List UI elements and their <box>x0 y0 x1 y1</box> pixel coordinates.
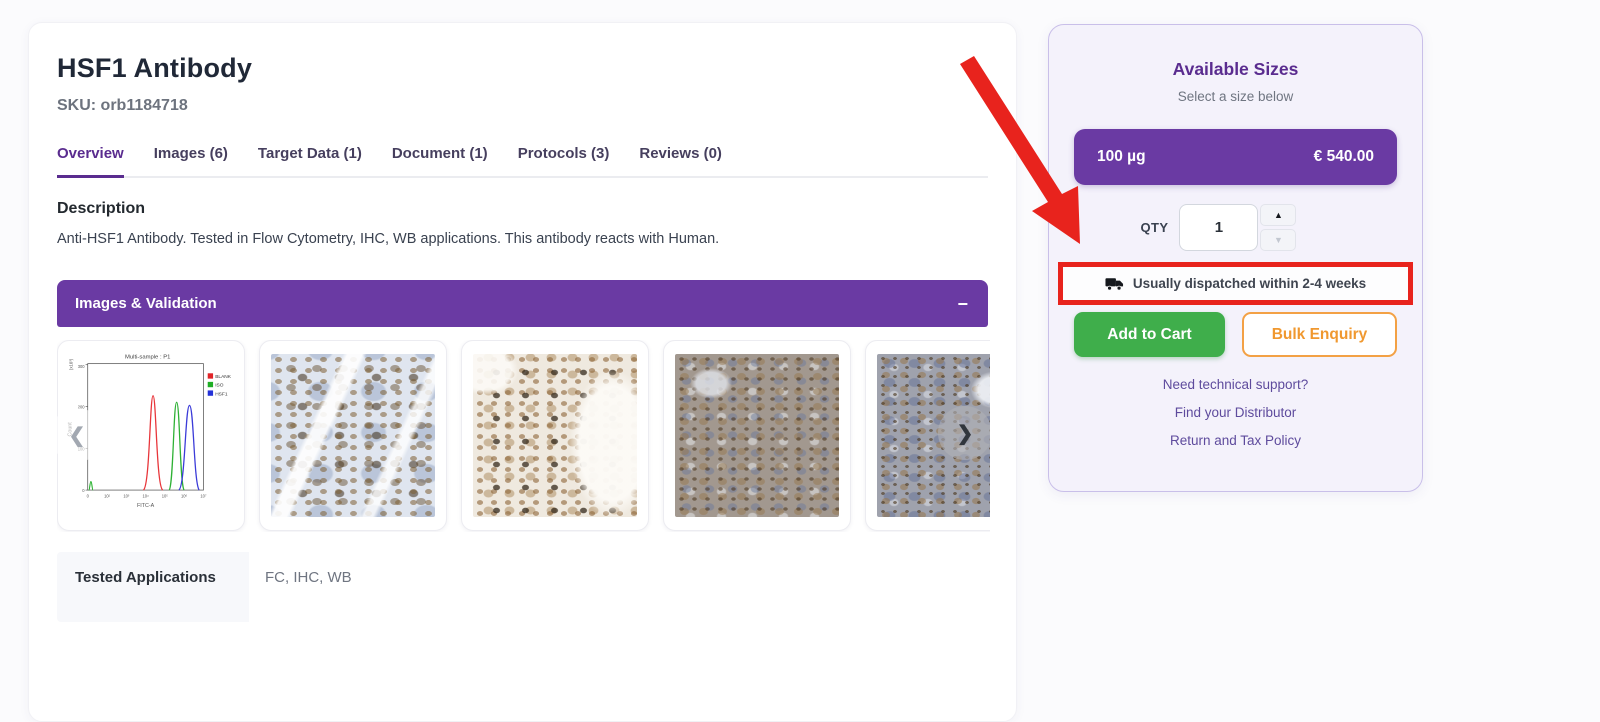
svg-text:Multi-sample : P1: Multi-sample : P1 <box>125 354 170 360</box>
truck-icon <box>1105 277 1124 291</box>
quantity-row: QTY ▲ ▼ <box>1057 204 1380 251</box>
tab-reviews[interactable]: Reviews (0) <box>639 139 722 178</box>
description-text: Anti-HSF1 Antibody. Tested in Flow Cytom… <box>57 229 988 250</box>
qty-stepper-buttons: ▲ ▼ <box>1260 204 1296 251</box>
support-links: Need technical support? Find your Distri… <box>1074 377 1397 448</box>
svg-text:(x10³): (x10³) <box>69 358 74 370</box>
images-validation-title: Images & Validation <box>75 295 217 312</box>
link-find-distributor[interactable]: Find your Distributor <box>1175 405 1297 420</box>
image-carousel: Multi-sample : P1 (x10³) Count 0 100 200… <box>57 340 990 532</box>
quantity-stepper: ▲ ▼ <box>1179 204 1296 251</box>
page: HSF1 Antibody SKU: orb1184718 Overview I… <box>0 0 1600 627</box>
svg-text:10⁴: 10⁴ <box>142 494 149 499</box>
bulk-enquiry-button[interactable]: Bulk Enquiry <box>1242 312 1397 357</box>
tab-document[interactable]: Document (1) <box>392 139 488 178</box>
ihc-image-1 <box>271 354 435 517</box>
svg-text:ISO: ISO <box>215 383 224 389</box>
svg-text:10²: 10² <box>104 494 111 499</box>
images-validation-section-header[interactable]: Images & Validation − <box>57 280 988 327</box>
svg-text:10⁷: 10⁷ <box>200 494 207 499</box>
spec-row-tested-applications: Tested Applications FC, IHC, WB <box>57 552 990 622</box>
svg-text:300: 300 <box>78 364 86 369</box>
thumbnail-ihc-2[interactable] <box>461 340 649 531</box>
spec-value: FC, IHC, WB <box>249 552 368 622</box>
chevron-right-icon: ❯ <box>957 421 974 446</box>
arrow-down-icon: ▼ <box>1274 236 1283 245</box>
size-option-100ug[interactable]: 100 µg € 540.00 <box>1074 129 1397 185</box>
product-sku: SKU: orb1184718 <box>57 97 988 115</box>
spec-label: Tested Applications <box>57 552 249 622</box>
qty-input[interactable] <box>1179 204 1258 251</box>
qty-label: QTY <box>1141 220 1169 235</box>
tab-bar: Overview Images (6) Target Data (1) Docu… <box>57 139 988 178</box>
thumbnail-ihc-3[interactable] <box>663 340 851 531</box>
add-to-cart-button[interactable]: Add to Cart <box>1074 312 1225 357</box>
link-return-tax-policy[interactable]: Return and Tax Policy <box>1170 433 1301 448</box>
svg-text:10⁵: 10⁵ <box>162 494 169 499</box>
svg-text:10⁶: 10⁶ <box>181 494 188 499</box>
svg-text:0: 0 <box>82 488 85 493</box>
svg-text:0: 0 <box>87 494 90 499</box>
arrow-up-icon: ▲ <box>1274 211 1283 220</box>
available-sizes-heading: Available Sizes <box>1074 59 1397 80</box>
ihc-image-2 <box>473 354 637 517</box>
qty-increase-button[interactable]: ▲ <box>1260 204 1296 226</box>
dispatch-note: Usually dispatched within 2-4 weeks <box>1063 267 1408 300</box>
product-title: HSF1 Antibody <box>57 53 988 84</box>
annotation-highlight-box: Usually dispatched within 2-4 weeks <box>1058 262 1413 305</box>
tab-overview[interactable]: Overview <box>57 139 124 178</box>
ihc-image-3 <box>675 354 839 517</box>
carousel-next-button[interactable]: ❯ <box>938 406 990 460</box>
svg-text:FITC-A: FITC-A <box>137 503 155 509</box>
tab-protocols[interactable]: Protocols (3) <box>518 139 610 178</box>
purchase-card: Available Sizes Select a size below 100 … <box>1048 24 1423 492</box>
tab-target-data[interactable]: Target Data (1) <box>258 139 362 178</box>
svg-text:BLANK: BLANK <box>215 374 232 380</box>
link-technical-support[interactable]: Need technical support? <box>1163 377 1309 392</box>
tab-images[interactable]: Images (6) <box>154 139 228 178</box>
product-card: HSF1 Antibody SKU: orb1184718 Overview I… <box>28 22 1017 722</box>
description-heading: Description <box>57 200 988 218</box>
qty-decrease-button[interactable]: ▼ <box>1260 229 1296 251</box>
dispatch-note-text: Usually dispatched within 2-4 weeks <box>1133 276 1366 291</box>
purchase-buttons-row: Add to Cart Bulk Enquiry <box>1074 312 1397 357</box>
select-size-subheading: Select a size below <box>1074 89 1397 104</box>
size-price: € 540.00 <box>1314 148 1374 166</box>
svg-text:10³: 10³ <box>123 494 130 499</box>
svg-text:HSF1: HSF1 <box>215 391 228 397</box>
size-name: 100 µg <box>1097 148 1146 166</box>
thumbnail-ihc-1[interactable] <box>259 340 447 531</box>
collapse-minus-icon[interactable]: − <box>957 295 968 313</box>
chevron-left-icon: ❮ <box>69 423 86 448</box>
